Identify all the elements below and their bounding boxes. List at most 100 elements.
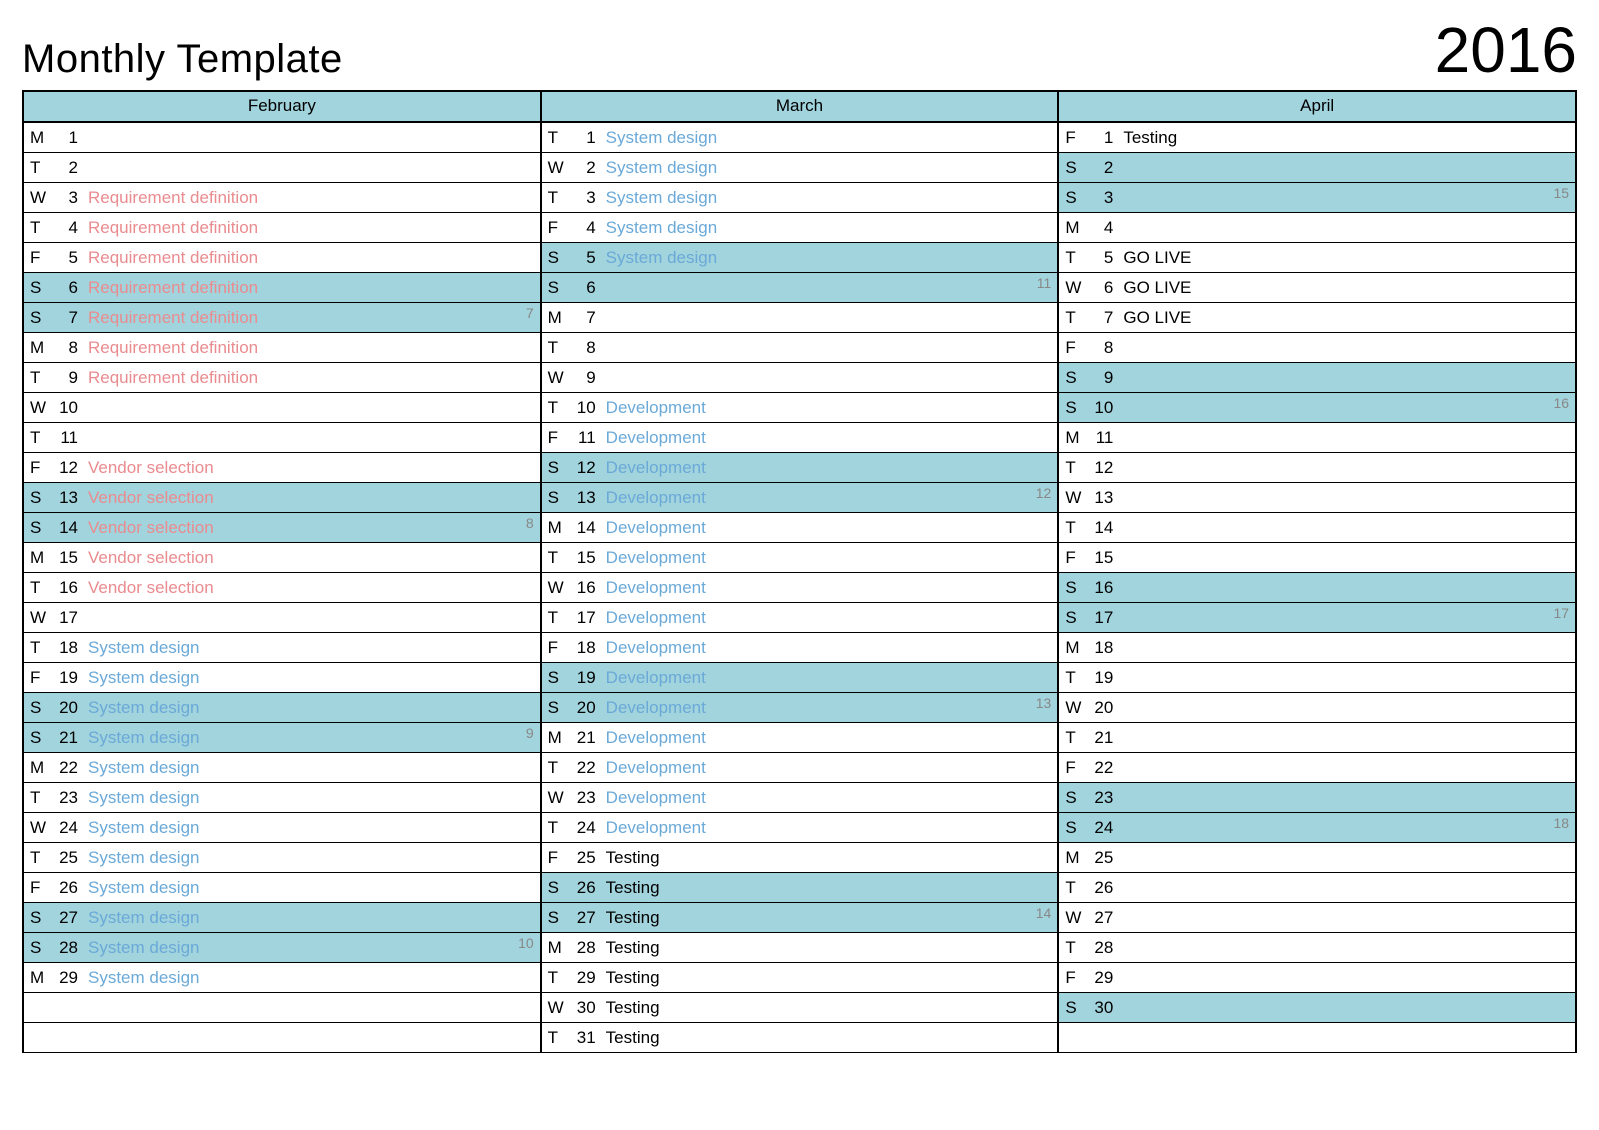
day-of-week: S <box>1065 578 1087 598</box>
day-of-week: W <box>548 158 570 178</box>
day-number: 16 <box>570 578 596 598</box>
task-label: System design <box>88 848 200 868</box>
task-label: GO LIVE <box>1123 308 1191 328</box>
task-label: Vendor selection <box>88 578 214 598</box>
day-number: 2 <box>570 158 596 178</box>
day-row <box>24 993 540 1023</box>
day-of-week: T <box>548 818 570 838</box>
day-number: 6 <box>570 278 596 298</box>
day-row: W17 <box>24 603 540 633</box>
day-row: T28 <box>1059 933 1575 963</box>
day-number: 30 <box>570 998 596 1018</box>
day-row: S9 <box>1059 363 1575 393</box>
day-of-week: S <box>548 248 570 268</box>
day-of-week: W <box>1065 488 1087 508</box>
day-row: F15 <box>1059 543 1575 573</box>
day-of-week: F <box>1065 758 1087 778</box>
day-row: M14Development <box>542 513 1058 543</box>
day-number: 1 <box>570 128 596 148</box>
day-of-week: W <box>30 608 52 628</box>
day-of-week: S <box>1065 818 1087 838</box>
day-number: 27 <box>1087 908 1113 928</box>
day-row: M7 <box>542 303 1058 333</box>
day-of-week: T <box>548 188 570 208</box>
day-number: 4 <box>52 218 78 238</box>
day-number: 28 <box>52 938 78 958</box>
day-of-week: T <box>30 848 52 868</box>
day-number: 22 <box>52 758 78 778</box>
day-row: M1 <box>24 123 540 153</box>
day-row: T17Development <box>542 603 1058 633</box>
day-number: 7 <box>570 308 596 328</box>
week-number: 8 <box>526 515 534 531</box>
day-row: F29 <box>1059 963 1575 993</box>
day-row: W6GO LIVE <box>1059 273 1575 303</box>
day-row: F19System design <box>24 663 540 693</box>
day-row: F8 <box>1059 333 1575 363</box>
day-row: W27 <box>1059 903 1575 933</box>
day-number: 4 <box>570 218 596 238</box>
day-row: T21 <box>1059 723 1575 753</box>
task-label: Testing <box>606 878 660 898</box>
day-row: M29System design <box>24 963 540 993</box>
year-label: 2016 <box>1435 18 1577 82</box>
week-number: 18 <box>1553 815 1569 831</box>
day-of-week: T <box>548 1028 570 1048</box>
day-of-week: S <box>30 698 52 718</box>
day-row: F1Testing <box>1059 123 1575 153</box>
day-row: S20Development13 <box>542 693 1058 723</box>
day-of-week: M <box>30 758 52 778</box>
day-of-week: T <box>30 158 52 178</box>
day-row: T23System design <box>24 783 540 813</box>
day-row: M15Vendor selection <box>24 543 540 573</box>
day-of-week: T <box>1065 458 1087 478</box>
day-of-week: M <box>30 548 52 568</box>
day-number: 11 <box>1087 428 1113 448</box>
day-row: S20System design <box>24 693 540 723</box>
day-number: 12 <box>570 458 596 478</box>
page: Monthly Template 2016 FebruaryM1T2W3Requ… <box>0 0 1599 1083</box>
day-number: 5 <box>1087 248 1113 268</box>
day-row: T31Testing <box>542 1023 1058 1053</box>
day-number: 8 <box>570 338 596 358</box>
day-of-week: M <box>548 518 570 538</box>
day-of-week: T <box>1065 878 1087 898</box>
day-number: 12 <box>52 458 78 478</box>
day-row: T24Development <box>542 813 1058 843</box>
month-header: April <box>1059 92 1575 123</box>
day-row: S13Development12 <box>542 483 1058 513</box>
day-of-week: F <box>1065 968 1087 988</box>
day-of-week: F <box>30 878 52 898</box>
day-row: W10 <box>24 393 540 423</box>
day-of-week: T <box>30 218 52 238</box>
task-label: System design <box>606 128 718 148</box>
task-label: System design <box>606 248 718 268</box>
day-of-week: F <box>1065 338 1087 358</box>
day-of-week: F <box>30 248 52 268</box>
day-number: 24 <box>570 818 596 838</box>
day-number: 31 <box>570 1028 596 1048</box>
month-header: February <box>24 92 540 123</box>
day-row: S6Requirement definition <box>24 273 540 303</box>
day-of-week: M <box>30 128 52 148</box>
task-label: System design <box>88 818 200 838</box>
day-of-week: T <box>30 638 52 658</box>
day-row: W16Development <box>542 573 1058 603</box>
day-of-week: S <box>548 698 570 718</box>
day-of-week: T <box>1065 938 1087 958</box>
day-of-week: S <box>1065 158 1087 178</box>
day-number: 9 <box>570 368 596 388</box>
day-number: 23 <box>52 788 78 808</box>
month-column: FebruaryM1T2W3Requirement definitionT4Re… <box>24 92 542 1053</box>
day-row: S1717 <box>1059 603 1575 633</box>
task-label: Vendor selection <box>88 458 214 478</box>
day-row: S27Testing14 <box>542 903 1058 933</box>
day-number: 21 <box>1087 728 1113 748</box>
week-number: 12 <box>1036 485 1052 501</box>
day-row: T5GO LIVE <box>1059 243 1575 273</box>
task-label: Requirement definition <box>88 278 258 298</box>
day-row: M28Testing <box>542 933 1058 963</box>
day-row: F25Testing <box>542 843 1058 873</box>
day-number: 21 <box>52 728 78 748</box>
day-row: T26 <box>1059 873 1575 903</box>
